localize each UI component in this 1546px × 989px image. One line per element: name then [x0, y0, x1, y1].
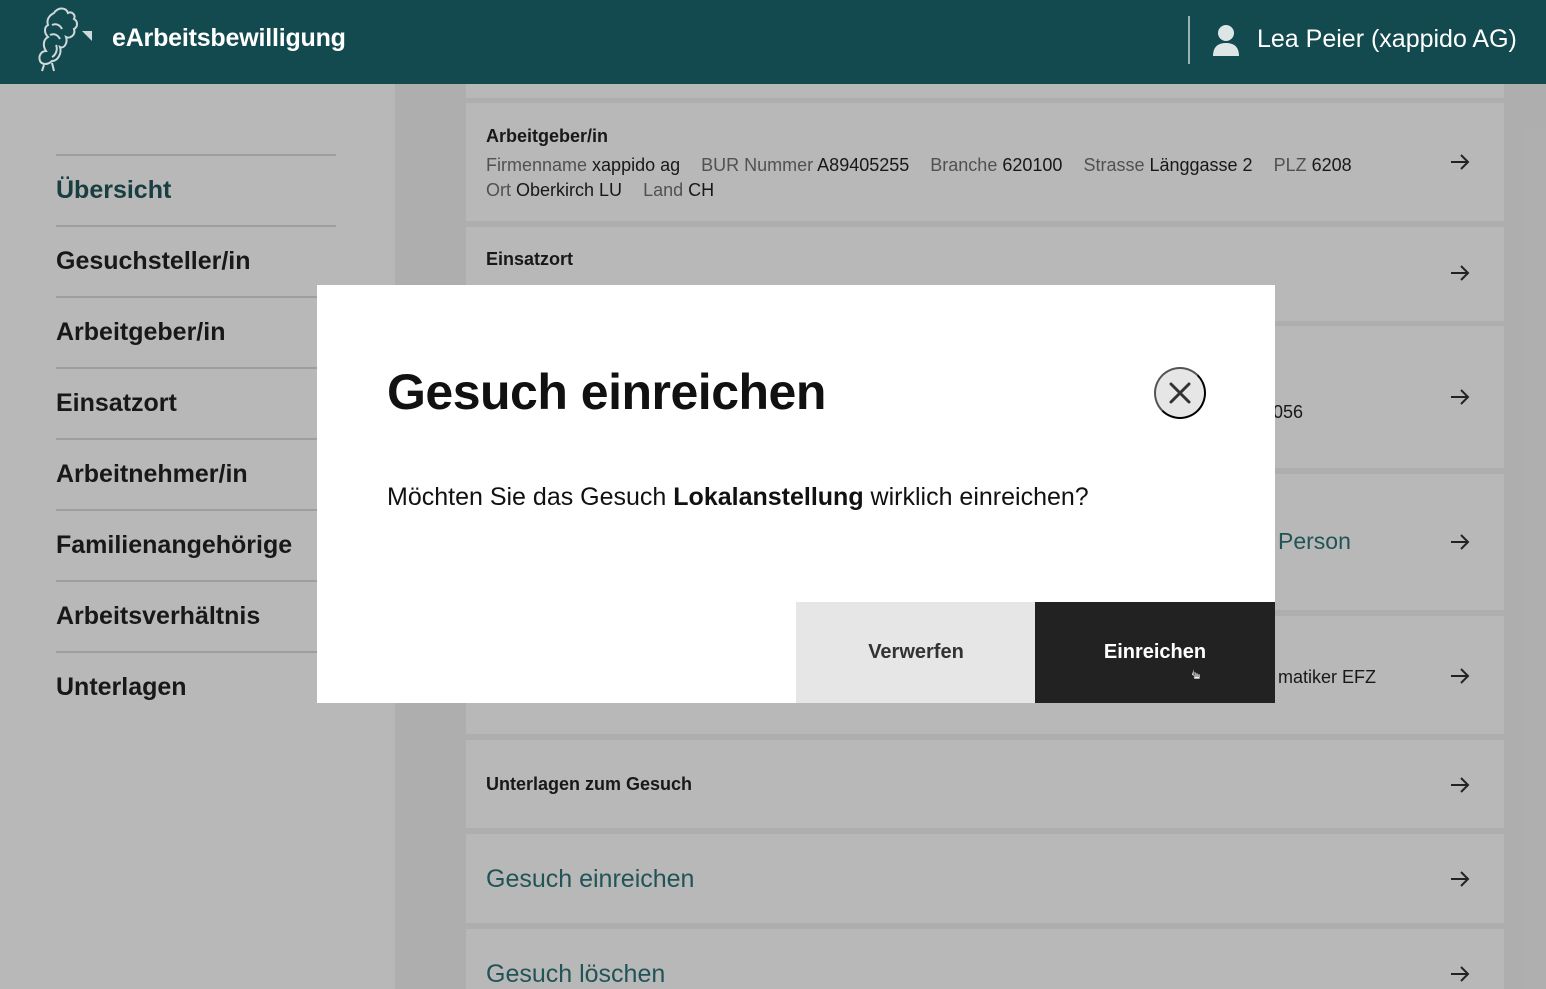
app-header: eArbeitsbewilligung Lea Peier (xappido A…	[0, 0, 1546, 84]
discard-button[interactable]: Verwerfen	[796, 602, 1036, 703]
submit-dialog: Gesuch einreichen Möchten Sie das Gesuch…	[317, 285, 1275, 703]
logo-icon[interactable]	[34, 5, 92, 73]
dialog-message: Möchten Sie das Gesuch Lokalanstellung w…	[387, 483, 1089, 512]
close-button[interactable]	[1154, 367, 1206, 419]
header-divider	[1188, 16, 1190, 64]
cursor-icon	[1191, 668, 1201, 680]
message-text: wirklich einreichen?	[863, 483, 1089, 511]
user-menu[interactable]: Lea Peier (xappido AG)	[1257, 25, 1517, 54]
submit-button[interactable]: Einreichen	[1035, 602, 1275, 703]
message-text: Möchten Sie das Gesuch	[387, 483, 674, 511]
app-title[interactable]: eArbeitsbewilligung	[112, 24, 346, 53]
close-icon	[1169, 382, 1191, 404]
request-type: Lokalanstellung	[673, 483, 864, 511]
user-icon[interactable]	[1212, 24, 1240, 56]
dialog-title: Gesuch einreichen	[387, 364, 826, 420]
